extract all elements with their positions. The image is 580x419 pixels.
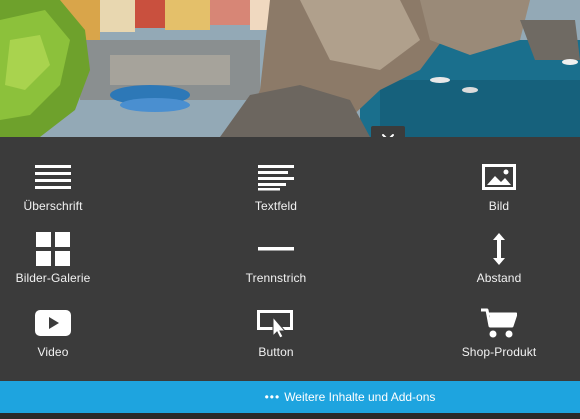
- tile-label: Abstand: [476, 271, 522, 285]
- button-icon: [257, 307, 295, 339]
- add-content-panel: Überschrift Textfeld Bild Bilder-Galerie…: [0, 137, 580, 381]
- tile-textfield[interactable]: Textfeld: [216, 161, 336, 223]
- tile-gallery[interactable]: Bilder-Galerie: [0, 232, 113, 295]
- text-block-icon: [258, 161, 294, 193]
- bottom-strip: [0, 413, 580, 419]
- spacing-icon: [491, 233, 507, 265]
- image-icon: [482, 161, 516, 193]
- tile-label: Bilder-Galerie: [15, 271, 91, 285]
- more-dots-icon: •••: [264, 390, 281, 404]
- tile-divider[interactable]: Trennstrich: [216, 233, 336, 295]
- tile-label: Überschrift: [23, 199, 83, 213]
- tile-label: Trennstrich: [245, 271, 307, 285]
- tile-heading[interactable]: Überschrift: [0, 161, 113, 223]
- tile-label: Bild: [488, 199, 510, 213]
- tile-image[interactable]: Bild: [439, 161, 559, 223]
- shopping-cart-icon: [481, 307, 517, 339]
- more-content-addons-button[interactable]: ••• Weitere Inhalte und Add-ons: [0, 381, 580, 413]
- divider-icon: [258, 233, 294, 265]
- tile-label: Button: [258, 345, 294, 359]
- tile-label: Shop-Produkt: [461, 345, 537, 359]
- hero-image: [0, 0, 580, 137]
- tile-video[interactable]: Video: [0, 307, 113, 369]
- tile-button[interactable]: Button: [216, 307, 336, 369]
- more-content-label: Weitere Inhalte und Add-ons: [284, 390, 436, 404]
- tile-shop-product[interactable]: Shop-Produkt: [439, 307, 559, 369]
- tile-label: Video: [37, 345, 69, 359]
- video-icon: [35, 307, 71, 339]
- gallery-icon: [36, 232, 70, 266]
- tile-label: Textfeld: [254, 199, 298, 213]
- tile-spacing[interactable]: Abstand: [439, 233, 559, 295]
- heading-icon: [35, 161, 71, 193]
